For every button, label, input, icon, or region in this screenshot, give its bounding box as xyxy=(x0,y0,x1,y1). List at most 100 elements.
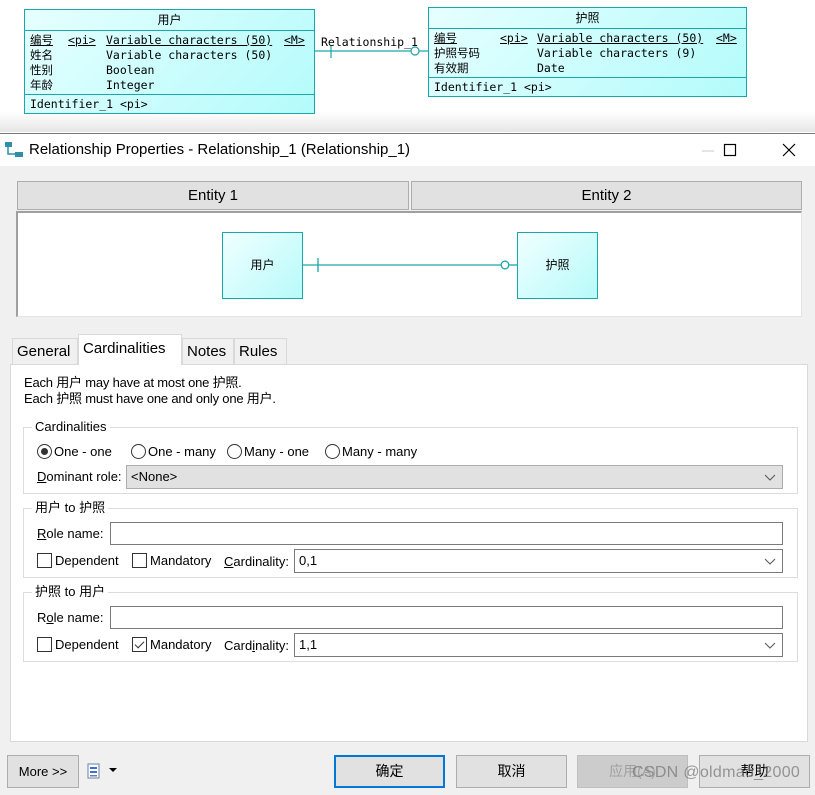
relationship-preview: 用户 护照 xyxy=(16,211,802,317)
radio-label: Many - one xyxy=(244,444,310,459)
attr-name: 有效期 xyxy=(434,61,469,75)
attr-flag: <M> xyxy=(284,33,305,47)
tab-rules[interactable]: Rules xyxy=(234,338,287,364)
more-button[interactable]: More >> xyxy=(7,755,79,788)
checkbox-indicator xyxy=(132,553,147,568)
preview-zero-marker xyxy=(500,260,510,270)
chevron-down-icon xyxy=(764,558,776,565)
attr-name: 姓名 xyxy=(30,48,53,62)
cardinality-select[interactable]: 0,1 xyxy=(294,549,783,573)
cancel-button[interactable]: 取消 xyxy=(456,755,567,788)
attr-name: 性别 xyxy=(30,63,53,77)
attr-name: 编号 xyxy=(30,33,53,47)
attribute-row: 有效期 Date xyxy=(434,61,741,76)
entity-attributes: 编号 <pi> Variable characters (50) <M> 护照号… xyxy=(429,29,746,78)
preview-entity-user[interactable]: 用户 xyxy=(222,232,303,299)
group-legend: 用户 to 护照 xyxy=(32,500,109,516)
entity-identifier: Identifier_1 <pi> xyxy=(434,80,552,94)
attribute-row: 护照号码 Variable characters (9) xyxy=(434,46,741,61)
property-sheet-icon[interactable] xyxy=(86,763,102,779)
role-name-label: Role name: xyxy=(37,526,104,541)
cardinalities-panel: Each 用户 may have at most one 护照. Each 护照… xyxy=(10,364,808,742)
chevron-down-icon xyxy=(764,474,776,481)
title-bar[interactable]: Relationship Properties - Relationship_1… xyxy=(0,134,815,166)
dependent-checkbox[interactable]: Dependent xyxy=(37,637,119,653)
entity-title: 用户 xyxy=(25,10,314,31)
dominant-role-select[interactable]: <None> xyxy=(126,465,783,489)
role-name-input[interactable] xyxy=(110,522,783,545)
cardinality-summary: Each 用户 may have at most one 护照. Each 护照… xyxy=(24,375,276,407)
relationship-properties-dialog: Relationship Properties - Relationship_1… xyxy=(0,133,815,795)
attribute-row: 编号 <pi> Variable characters (50) <M> xyxy=(434,31,741,46)
relationship-label[interactable]: Relationship_1 xyxy=(321,35,418,49)
diagram-canvas: Relationship_1 用户 编号 <pi> Variable chara… xyxy=(0,0,815,133)
radio-indicator xyxy=(131,444,146,459)
cardinality-label: Cardinality: xyxy=(224,554,290,569)
ok-button[interactable]: 确定 xyxy=(334,755,445,788)
role-name-label: Role name: xyxy=(37,610,104,625)
radio-indicator xyxy=(37,444,52,459)
summary-line: Each 用户 may have at most one 护照. xyxy=(24,375,242,390)
attr-name: 编号 xyxy=(434,31,457,45)
close-button[interactable] xyxy=(766,134,812,166)
mandatory-checkbox[interactable]: Mandatory xyxy=(132,553,211,569)
cardinality-label: Cardinality: xyxy=(224,638,290,653)
entity1-button[interactable]: Entity 1 xyxy=(17,181,409,210)
radio-label: One - many xyxy=(148,444,216,459)
checkbox-indicator xyxy=(37,637,52,652)
tab-cardinalities[interactable]: Cardinalities xyxy=(78,334,182,365)
group-legend: Cardinalities xyxy=(32,419,110,435)
attribute-row: 姓名 Variable characters (50) xyxy=(30,48,309,63)
radio-many-one[interactable]: Many - one xyxy=(227,444,309,460)
role-user-to-passport-group: 用户 to 护照 Role name: Dependent Mandatory … xyxy=(23,500,798,578)
entity-attributes: 编号 <pi> Variable characters (50) <M> 姓名 … xyxy=(25,31,314,95)
role-passport-to-user-group: 护照 to 用户 Role name: Dependent Mandatory … xyxy=(23,584,798,662)
radio-one-one[interactable]: One - one xyxy=(37,444,112,460)
attr-name: 护照号码 xyxy=(434,46,480,60)
entity-identifier: Identifier_1 <pi> xyxy=(30,97,148,111)
entity-passport[interactable]: 护照 编号 <pi> Variable characters (50) <M> … xyxy=(428,7,747,97)
close-icon xyxy=(782,143,796,157)
cardinality-value: 1,1 xyxy=(299,637,318,652)
chevron-down-icon xyxy=(764,642,776,649)
attr-flag: <M> xyxy=(716,31,737,45)
attr-key: <pi> xyxy=(500,31,528,45)
dominant-role-label: Dominant role: xyxy=(37,469,122,484)
entity-title: 护照 xyxy=(429,8,746,29)
cardinalities-group: Cardinalities One - one One - many Many … xyxy=(23,419,798,494)
attr-type: Variable characters (50) xyxy=(106,48,273,62)
maximize-icon xyxy=(723,143,737,157)
attr-type: Integer xyxy=(106,78,155,92)
tab-general[interactable]: General xyxy=(12,338,78,364)
radio-one-many[interactable]: One - many xyxy=(131,444,216,460)
preview-connector xyxy=(303,258,517,272)
radio-many-many[interactable]: Many - many xyxy=(325,444,417,460)
dialog-title: Relationship Properties - Relationship_1… xyxy=(29,141,411,158)
dominant-role-value: <None> xyxy=(131,469,178,484)
mandatory-checkbox[interactable]: Mandatory xyxy=(132,637,211,653)
dropdown-arrow-icon[interactable] xyxy=(109,768,117,772)
maximize-button[interactable] xyxy=(707,134,753,166)
radio-indicator xyxy=(227,444,242,459)
checkbox-indicator xyxy=(132,637,147,652)
cardinality-value: 0,1 xyxy=(299,553,318,568)
attr-type: Date xyxy=(537,61,565,75)
attr-key: <pi> xyxy=(68,33,96,47)
role-name-input[interactable] xyxy=(110,606,783,629)
dependent-checkbox[interactable]: Dependent xyxy=(37,553,119,569)
attribute-row: 编号 <pi> Variable characters (50) <M> xyxy=(30,33,309,48)
watermark: CSDN @oldmao_2000 xyxy=(632,764,801,781)
cardinality-select[interactable]: 1,1 xyxy=(294,633,783,657)
group-legend: 护照 to 用户 xyxy=(32,584,109,600)
preview-entity-passport[interactable]: 护照 xyxy=(517,232,598,299)
summary-line: Each 护照 must have one and only one 用户. xyxy=(24,391,276,406)
entity2-button[interactable]: Entity 2 xyxy=(411,181,802,210)
relationship-icon xyxy=(5,142,23,157)
attr-type: Boolean xyxy=(106,63,155,77)
tab-notes[interactable]: Notes xyxy=(182,338,234,364)
attr-type: Variable characters (9) xyxy=(537,46,697,60)
attr-name: 年龄 xyxy=(30,78,53,92)
radio-label: Many - many xyxy=(342,444,418,459)
entity-user[interactable]: 用户 编号 <pi> Variable characters (50) <M> … xyxy=(24,9,315,114)
attr-type: Variable characters (50) xyxy=(537,31,704,45)
